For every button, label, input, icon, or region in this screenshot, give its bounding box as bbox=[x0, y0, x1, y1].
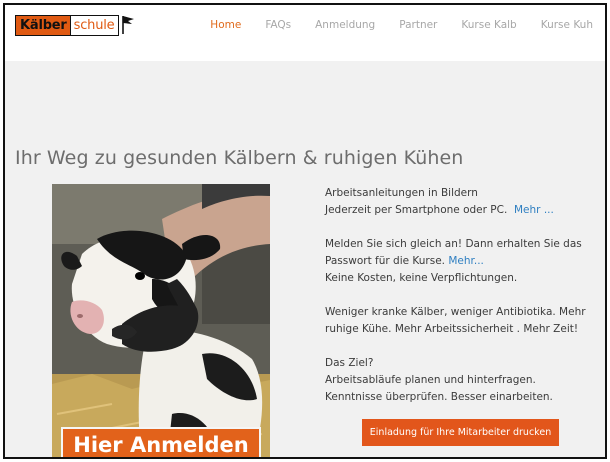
paragraph-instructions: Arbeitsanleitungen in Bildern Jederzeit … bbox=[325, 185, 603, 219]
text-line: ruhige Kühe. Mehr Arbeitssicherheit . Me… bbox=[325, 323, 579, 335]
paragraph-signup: Melden Sie sich gleich an! Dann erhalten… bbox=[325, 236, 603, 287]
nav-item-home[interactable]: Home bbox=[198, 19, 253, 31]
logo-text-schule: schule bbox=[69, 14, 120, 36]
text-line-part: Jederzeit per Smartphone oder PC. bbox=[325, 204, 508, 216]
text-line-part: Passwort für die Kurse. bbox=[325, 255, 446, 267]
text-line: Das Ziel? bbox=[325, 357, 374, 369]
text-line: Melden Sie sich gleich an! Dann erhalten… bbox=[325, 238, 582, 250]
intro-text: Arbeitsanleitungen in Bildern Jederzeit … bbox=[325, 185, 603, 423]
paragraph-benefits: Weniger kranke Kälber, weniger Antibioti… bbox=[325, 304, 603, 338]
more-link-signup[interactable]: Mehr... bbox=[448, 255, 484, 267]
text-line: Keine Kosten, keine Verpflichtungen. bbox=[325, 272, 518, 284]
nav-item-partner[interactable]: Partner bbox=[387, 19, 449, 31]
nav-item-kurse-kalb[interactable]: Kurse Kalb bbox=[449, 19, 528, 31]
calf-photo[interactable]: Hier Anmelden bbox=[52, 184, 270, 457]
register-banner-button[interactable]: Hier Anmelden bbox=[61, 427, 261, 457]
site-logo[interactable]: Kälber schule bbox=[15, 14, 135, 36]
nav-item-faqs[interactable]: FAQs bbox=[253, 19, 303, 31]
nav-item-anmeldung[interactable]: Anmeldung bbox=[303, 19, 387, 31]
text-line: Arbeitsabläufe planen und hinterfragen. bbox=[325, 374, 536, 386]
text-line: Weniger kranke Kälber, weniger Antibioti… bbox=[325, 306, 586, 318]
flag-icon bbox=[122, 16, 135, 34]
nav-item-kurse-kuh[interactable]: Kurse Kuh bbox=[529, 19, 605, 31]
text-line: Jederzeit per Smartphone oder PC. Mehr .… bbox=[325, 202, 603, 219]
main-navigation: Home FAQs Anmeldung Partner Kurse Kalb K… bbox=[198, 19, 605, 31]
paragraph-goal: Das Ziel? Arbeitsabläufe planen und hint… bbox=[325, 355, 603, 406]
logo-text-kaelber: Kälber bbox=[15, 14, 70, 36]
more-link-instructions[interactable]: Mehr ... bbox=[514, 204, 554, 216]
calf-illustration bbox=[52, 184, 270, 457]
text-line: Passwort für die Kurse. Mehr... bbox=[325, 253, 603, 270]
text-line: Kenntnisse überprüfen. Besser einarbeite… bbox=[325, 391, 553, 403]
print-invitation-button[interactable]: Einladung für Ihre Mitarbeiter drucken bbox=[362, 419, 559, 446]
top-navbar: Kälber schule Home FAQs Anmeldung Partne… bbox=[5, 5, 605, 61]
browser-frame: Kälber schule Home FAQs Anmeldung Partne… bbox=[3, 3, 607, 459]
text-line: Arbeitsanleitungen in Bildern bbox=[325, 187, 478, 199]
page-headline: Ihr Weg zu gesunden Kälbern & ruhigen Kü… bbox=[15, 147, 464, 169]
